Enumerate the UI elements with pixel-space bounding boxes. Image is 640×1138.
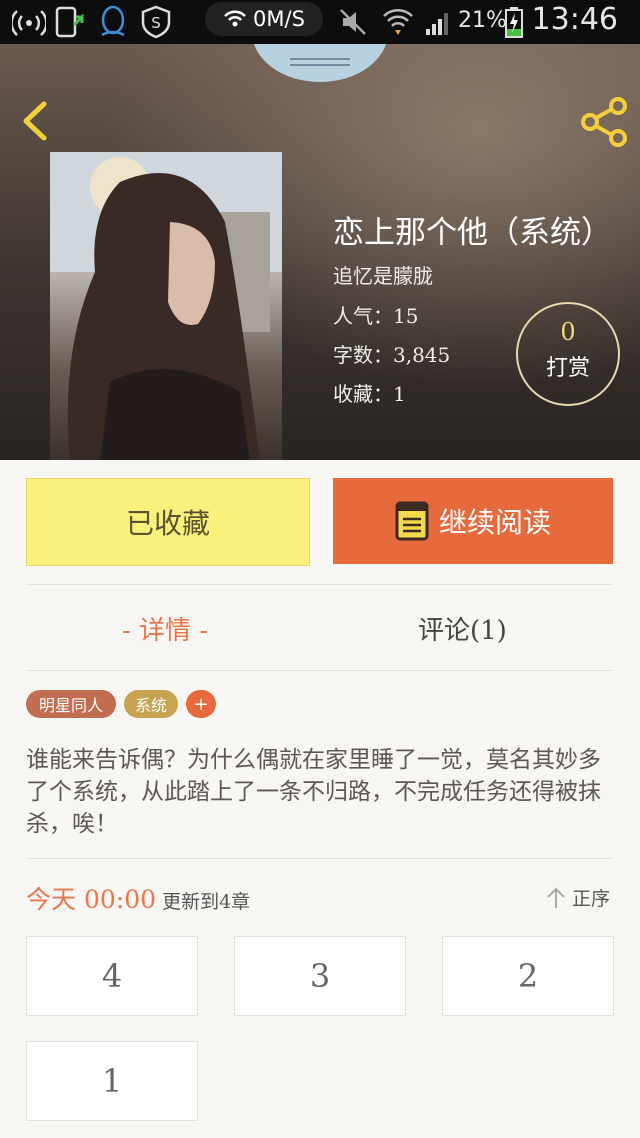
mute-icon [338,0,368,44]
wifi-hotspot-icon [12,0,46,44]
clock: 13:46 [531,2,618,37]
word-count-stat: 字数：3,845 [333,343,451,367]
book-description: 谁能来告诉偶？为什么偶就在家里睡了一觉，莫名其妙多了个系统，从此踏上了一条不归路… [26,747,601,837]
favorites-stat: 收藏：1 [333,382,406,406]
tab-detail[interactable]: - 详情 - [122,610,208,647]
pull-down-handle[interactable] [252,44,388,82]
chevron-left-icon [23,101,47,141]
svg-text:S: S [151,14,161,32]
book-header: 恋上那个他（系统） 追忆是朦胧 人气：15 字数：3,845 收藏：1 0 打赏 [0,44,640,460]
tag-celebrity-fanfic[interactable]: 明星同人 [26,690,116,718]
share-icon [581,97,627,147]
arrow-up-icon [547,887,565,908]
sort-button[interactable]: 正序 [546,884,610,911]
book-title: 恋上那个他（系统） [333,215,612,251]
continue-reading-button[interactable]: 继续阅读 [333,478,613,564]
chapter-button[interactable]: 1 [26,1041,198,1121]
status-bar: S 0M/S 21% 13:46 [0,0,640,44]
reward-label: 打赏 [545,356,590,381]
book-icon [395,501,429,541]
wifi-icon [224,10,246,27]
network-speed: 0M/S [253,7,305,31]
share-button[interactable] [578,96,630,148]
phone-transfer-icon [54,0,88,44]
book-author[interactable]: 追忆是朦胧 [333,260,433,289]
security-shield-icon: S [140,0,172,44]
qq-icon [98,0,128,44]
sort-label: 正序 [572,888,611,910]
book-cover-image[interactable] [50,152,282,460]
update-text: 更新到4章 [162,891,251,913]
back-button[interactable] [16,98,56,144]
battery-charging-icon [504,0,524,44]
wifi-signal-icon [382,0,414,44]
chapter-button[interactable]: 2 [442,936,614,1016]
popularity-stat: 人气：15 [333,304,419,328]
network-speed-indicator: 0M/S [205,2,323,36]
tab-comments[interactable]: 评论(1) [418,610,507,647]
collected-label: 已收藏 [125,507,210,540]
add-tag-button[interactable]: + [186,690,216,718]
collected-button[interactable]: 已收藏 [26,478,310,566]
battery-percent: 21% [458,8,507,33]
reward-count: 0 [560,318,576,346]
divider [26,670,613,671]
chapter-button[interactable]: 3 [234,936,406,1016]
chapter-button[interactable]: 4 [26,936,198,1016]
divider [26,584,613,585]
cell-signal-icon [424,0,454,44]
tag-system[interactable]: 系统 [124,690,178,718]
update-day: 今天 [26,885,77,914]
reward-button[interactable]: 0 打赏 [516,302,620,406]
update-info: 今天 00:00 更新到4章 [26,880,250,916]
divider [26,858,613,859]
continue-reading-label: 继续阅读 [438,506,551,539]
update-time: 00:00 [84,885,157,914]
